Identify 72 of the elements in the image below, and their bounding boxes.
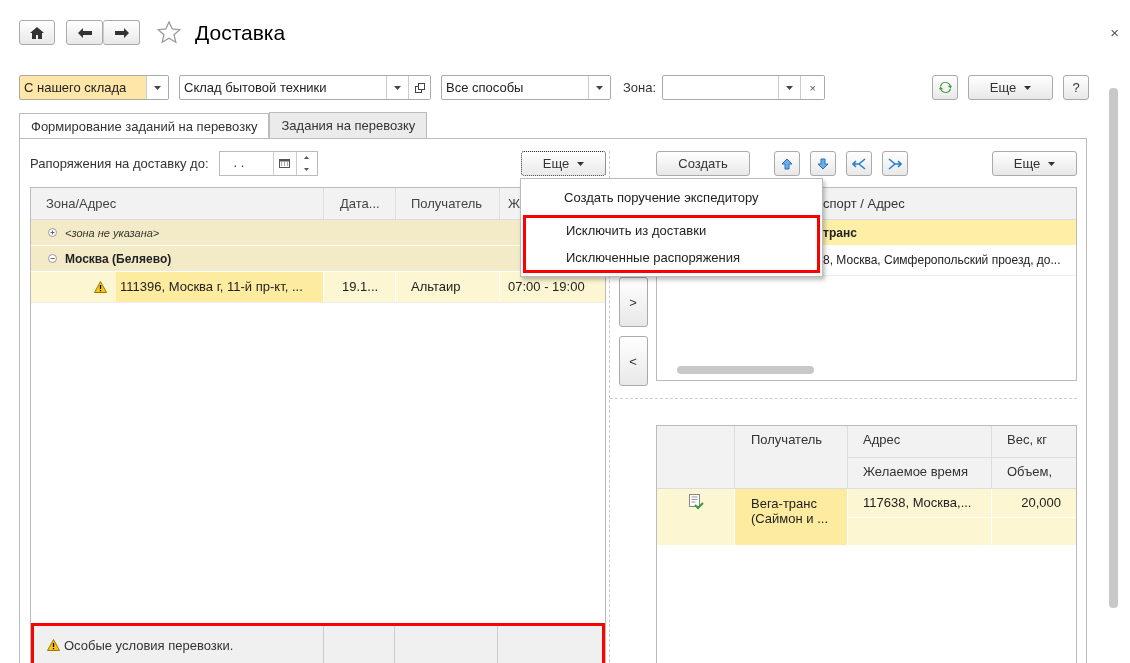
date-field[interactable]: . .: [218, 151, 318, 176]
arrow-right-icon: [114, 27, 129, 38]
arrow-left-icon: [77, 27, 92, 38]
group-label: <зона не указана>: [65, 226, 160, 239]
split-arrows-icon: [888, 157, 902, 170]
caret-icon: [786, 85, 794, 90]
back-button[interactable]: [66, 20, 103, 45]
spin-down-icon[interactable]: [304, 167, 310, 171]
column-header[interactable]: Получатель: [735, 426, 848, 488]
collapse-icon[interactable]: [48, 254, 57, 263]
table-cell: 117638, Москва,...: [848, 489, 991, 518]
arrow-up-icon: [781, 157, 793, 170]
clear-button[interactable]: ×: [800, 76, 825, 99]
column-header[interactable]: Получатель: [396, 188, 500, 219]
open-window-icon: [414, 82, 425, 93]
merge-arrows-icon: [852, 157, 866, 170]
forward-button[interactable]: [103, 20, 140, 45]
table-cell-text: 07:00 - 19:00: [507, 278, 586, 296]
caret-icon: [577, 161, 585, 166]
column-header[interactable]: Вес, кг: [992, 426, 1076, 458]
arrow-down-icon: [817, 157, 829, 170]
calendar-icon: [279, 159, 291, 168]
close-button[interactable]: ×: [1110, 24, 1119, 41]
help-button[interactable]: ?: [1063, 75, 1089, 100]
column-header[interactable]: Желаемое время: [848, 457, 991, 488]
refresh-button[interactable]: [932, 75, 958, 100]
source-field[interactable]: С нашего склада: [19, 75, 169, 100]
vertical-scrollbar[interactable]: [1109, 88, 1118, 608]
table-cell: Вега-транс (Саймон и ...: [735, 489, 848, 545]
table-cell: 20,000: [992, 489, 1076, 518]
home-icon: [30, 26, 44, 39]
zone-label: Зона:: [623, 80, 657, 95]
move-left-button[interactable]: <: [618, 336, 648, 386]
column-header[interactable]: спорт / Адрес: [823, 188, 905, 219]
more-button[interactable]: Еще: [968, 75, 1053, 100]
table-cell: Альтаир: [396, 272, 500, 302]
group-label: Москва (Беляево): [65, 251, 172, 266]
spin-up-icon[interactable]: [304, 156, 310, 160]
group-label: транс: [823, 225, 857, 242]
merge-button[interactable]: [846, 151, 872, 176]
table-cell: 19.1...: [324, 272, 396, 302]
home-button[interactable]: [19, 20, 55, 45]
table-cell-text: 8, Москва, Симферопольский проезд, до...: [823, 252, 1061, 269]
menu-item[interactable]: Создать поручение экспедитору: [521, 184, 822, 211]
date-label: Рапоряжения на доставку до:: [30, 156, 209, 171]
table-cell: 111396, Москва г, 11-й пр-кт, ...: [116, 272, 323, 302]
column-header[interactable]: Дата...: [324, 188, 396, 219]
column-header[interactable]: Зона/Адрес: [31, 188, 324, 219]
window-title: Доставка: [195, 20, 286, 45]
column-header[interactable]: Объем,: [992, 457, 1076, 488]
caret-icon: [1048, 161, 1056, 166]
column-header[interactable]: Адрес: [848, 426, 991, 458]
star-icon[interactable]: [157, 21, 181, 44]
zone-field[interactable]: ×: [662, 75, 826, 100]
warehouse-field[interactable]: Склад бытовой техники: [179, 75, 431, 100]
move-right-button[interactable]: >: [618, 277, 648, 327]
more-button[interactable]: Еще: [521, 151, 606, 176]
caret-icon: [154, 85, 161, 90]
move-down-button[interactable]: [810, 151, 836, 176]
refresh-icon: [938, 81, 952, 94]
expand-icon[interactable]: [48, 228, 57, 237]
tab[interactable]: Задания на перевозку: [269, 112, 428, 138]
method-field[interactable]: Все способы: [441, 75, 611, 100]
caret-icon: [1024, 85, 1032, 90]
split-button[interactable]: [882, 151, 908, 176]
footer-text: Особые условия перевозки.: [64, 637, 234, 653]
caret-icon: [394, 85, 401, 90]
tab[interactable]: Формирование заданий на перевозку: [19, 113, 270, 139]
caret-icon: [596, 85, 603, 90]
more-button[interactable]: Еще: [992, 151, 1077, 176]
move-up-button[interactable]: [774, 151, 800, 176]
create-button[interactable]: Создать: [656, 151, 750, 176]
